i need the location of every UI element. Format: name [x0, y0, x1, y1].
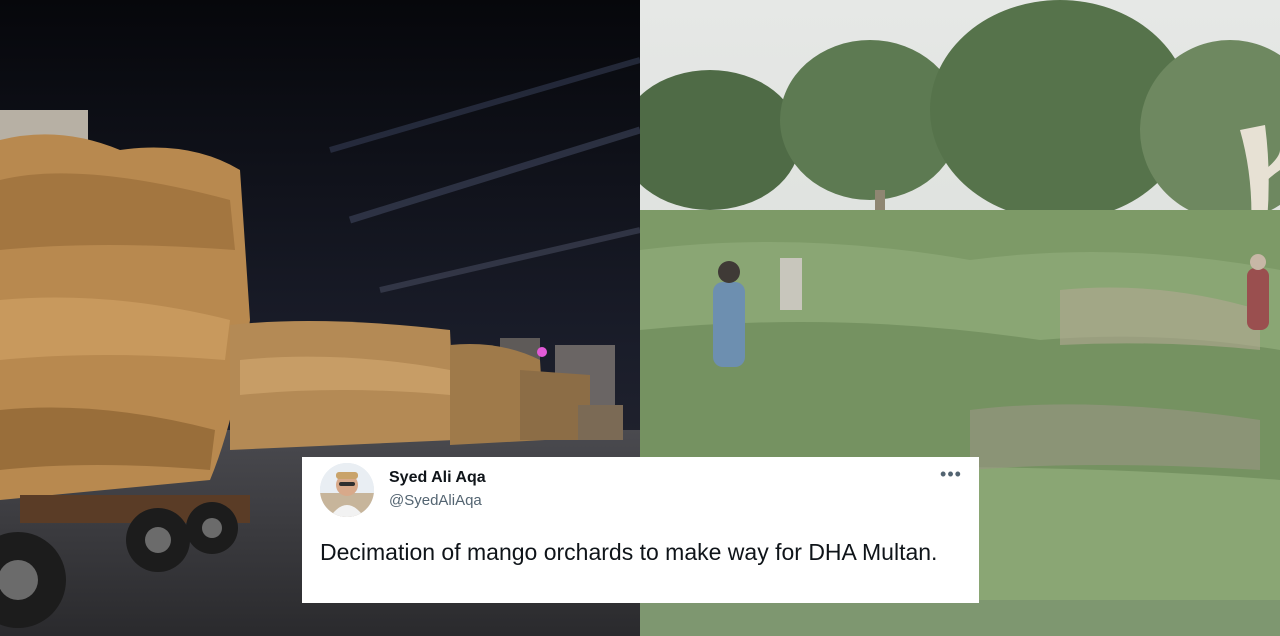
more-horizontal-icon: •••: [940, 464, 962, 484]
more-options-button[interactable]: •••: [939, 465, 963, 487]
tweet-card: Syed Ali Aqa @SyedAliAqa ••• Decimation …: [302, 457, 979, 603]
avatar[interactable]: [320, 463, 374, 517]
tweet-text: Decimation of mango orchards to make way…: [320, 539, 938, 565]
author-name[interactable]: Syed Ali Aqa: [389, 469, 486, 487]
author-handle[interactable]: @SyedAliAqa: [389, 492, 482, 509]
